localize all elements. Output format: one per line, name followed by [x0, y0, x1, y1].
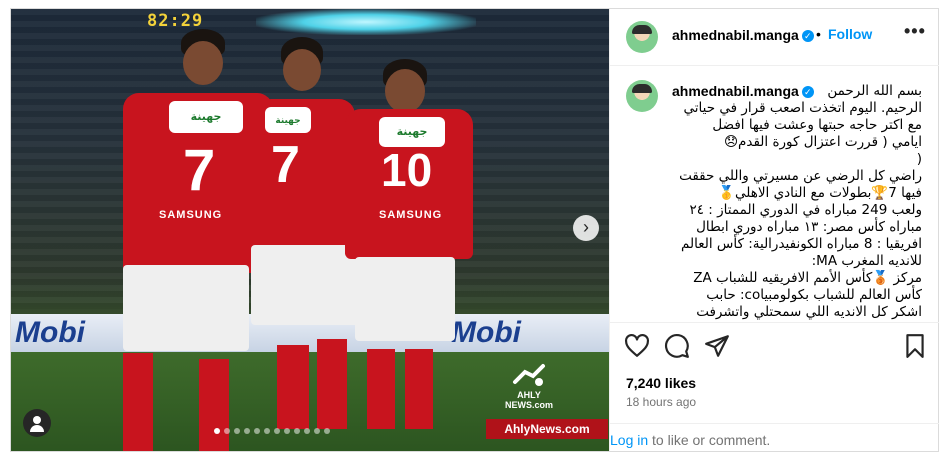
- login-bar: Log in to like or comment.: [610, 423, 939, 452]
- caption-line: مباراه كأس مصر: ١٣ مباراه دوري ابطال: [696, 219, 922, 235]
- carousel-dot: [314, 428, 320, 434]
- shirt-brand-3: SAMSUNG: [379, 209, 443, 221]
- heart-icon[interactable]: [624, 333, 650, 359]
- carousel-next-button[interactable]: ›: [573, 215, 599, 241]
- board-text-2: Mobi: [451, 316, 521, 349]
- carousel-dot: [304, 428, 310, 434]
- caption-area: ahmednabil.manga ✓ بسم الله الرحمن الرحيم…: [610, 66, 939, 323]
- avatar[interactable]: [626, 21, 658, 53]
- watermark-url: AhlyNews.com: [486, 419, 608, 439]
- separator-dot: •: [816, 26, 821, 42]
- carousel-dot: [274, 428, 280, 434]
- likes-count[interactable]: 7,240 likes: [626, 375, 696, 391]
- login-link[interactable]: Log in: [610, 432, 648, 448]
- sponsor-logo-2: جهينة: [265, 107, 311, 133]
- carousel-dot: [234, 428, 240, 434]
- caption-username[interactable]: ahmednabil.manga ✓: [672, 83, 814, 99]
- caption-line: بسم الله الرحمن: [827, 83, 922, 99]
- login-rest-text: to like or comment.: [648, 432, 771, 448]
- shirt-brand: SAMSUNG: [159, 209, 223, 221]
- carousel-dot: [254, 428, 260, 434]
- carousel-dot: [294, 428, 300, 434]
- post-timestamp[interactable]: 18 hours ago: [626, 395, 696, 409]
- share-icon[interactable]: [704, 333, 730, 359]
- caption-line: راضي كل الرضي عن مسيرتي واللي حققت: [679, 168, 922, 184]
- caption-line: الرحيم. اليوم اتخذت اصعب قرار في حياتي: [683, 100, 922, 116]
- post-dialog: 82:29 Mobi Mobi جهينة 7 SAMSUNG جهينة 7: [10, 8, 939, 452]
- post-side-panel: ahmednabil.manga ✓ • Follow ••• ahmednabi…: [609, 9, 939, 451]
- post-username[interactable]: ahmednabil.manga ✓: [672, 27, 814, 43]
- post-photo[interactable]: 82:29 Mobi Mobi جهينة 7 SAMSUNG جهينة 7: [11, 9, 609, 451]
- shirt-number: 7: [183, 138, 216, 203]
- caption-line: اشكر كل الانديه اللي سمحتلي واتشرفت: [696, 304, 922, 320]
- post-header: ahmednabil.manga ✓ • Follow •••: [610, 9, 939, 66]
- user-icon: [33, 416, 41, 424]
- caption-line: ولعب 249 مباراه في الدوري الممتاز : ٢٤: [689, 202, 923, 218]
- watermark-logo-text: AHLY NEWS.com: [504, 390, 553, 410]
- bookmark-icon[interactable]: [902, 333, 928, 359]
- carousel-dot: [324, 428, 330, 434]
- caption-line: (: [916, 151, 922, 167]
- more-options-icon[interactable]: •••: [904, 21, 926, 42]
- caption-line: مع اكتر حاجه حبتها وعشت فيها افضل: [712, 117, 922, 133]
- carousel-dot: [224, 428, 230, 434]
- login-prompt: Log in to like or comment.: [610, 432, 770, 448]
- carousel-dot: [264, 428, 270, 434]
- watermark-logo: AHLY NEWS.com: [499, 362, 559, 410]
- caption-line: فيها 7🏆بطولات مع النادي الاهلي🥇: [718, 185, 922, 201]
- caption-line: افريقيا : 8 مباراه الكونفيدرالية: كأس ال…: [681, 236, 922, 252]
- caption-line: كأس العالم للشباب بكولومبياco: حابب: [706, 287, 922, 303]
- caption-line: مركز 🥉كأس الأمم الافريقيه للشباب ZA: [693, 270, 922, 286]
- username-text[interactable]: ahmednabil.manga: [672, 27, 799, 43]
- caption-line: للانديه المغرب MA:: [811, 253, 922, 269]
- carousel-dot: [214, 428, 220, 434]
- action-bar: [610, 327, 939, 363]
- carousel-dot: [284, 428, 290, 434]
- comment-icon[interactable]: [664, 333, 690, 359]
- shirt-number-3: 10: [381, 144, 433, 196]
- tagged-users-button[interactable]: [23, 409, 51, 437]
- caption-line: ايامي ( قررت اعتزال كورة القدم😞: [723, 134, 922, 150]
- caption-avatar[interactable]: [626, 80, 658, 112]
- board-text: Mobi: [15, 316, 85, 349]
- caption-username-text[interactable]: ahmednabil.manga: [672, 83, 799, 99]
- follow-button[interactable]: Follow: [828, 26, 872, 42]
- verified-badge-icon: ✓: [801, 30, 814, 43]
- shirt-number-2: 7: [271, 136, 300, 194]
- floodlight: [256, 9, 476, 35]
- runner-icon: [513, 364, 545, 386]
- sponsor-logo: جهينة: [169, 101, 243, 133]
- carousel-dot: [244, 428, 250, 434]
- carousel-indicator: [214, 428, 330, 434]
